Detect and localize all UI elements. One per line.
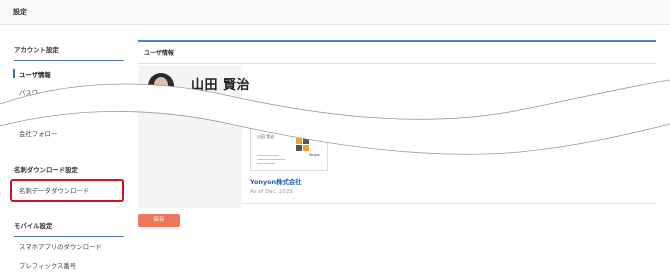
as-of-date: As of Dec, 2023 xyxy=(250,189,293,195)
card-logo-text: Yonyon xyxy=(309,153,321,157)
logo-square xyxy=(296,138,302,144)
sidebar-heading-mobile: モバイル設定 xyxy=(14,221,124,237)
save-button[interactable]: 保存 xyxy=(138,214,180,227)
card-line xyxy=(257,163,275,164)
avatar-face xyxy=(154,77,168,93)
business-card-thumbnail[interactable]: 山田 賢治 Yonyon xyxy=(250,123,328,171)
card-name: 山田 賢治 xyxy=(257,134,275,139)
sidebar-item-password[interactable]: パスワード xyxy=(19,88,51,97)
logo-square xyxy=(296,145,302,151)
active-indicator xyxy=(13,69,15,78)
avatar xyxy=(148,73,174,99)
highlight-frame xyxy=(10,179,124,202)
page-title: 設定 xyxy=(13,8,27,16)
sidebar-item-app-download[interactable]: スマホアプリのダウンロード xyxy=(19,242,102,251)
sidebar xyxy=(0,26,130,276)
user-info-panel: ユーザ情報 xyxy=(138,40,656,208)
divider xyxy=(242,203,656,204)
card-line xyxy=(257,155,279,156)
sidebar-item-prefix-number[interactable]: プレフィックス番号 xyxy=(19,261,76,270)
logo-square xyxy=(303,138,309,144)
panel-header: ユーザ情報 xyxy=(138,42,656,64)
sidebar-item-company-follow[interactable]: 会社フォロー xyxy=(19,129,57,138)
top-bar: 設定 xyxy=(0,0,670,25)
sidebar-item-user-info[interactable]: ユーザ情報 xyxy=(19,70,51,79)
logo-square xyxy=(303,145,309,151)
user-name: 山田 賢治 xyxy=(191,78,251,93)
panel-title: ユーザ情報 xyxy=(144,50,174,57)
card-line xyxy=(257,159,285,160)
sidebar-heading-account: アカウント設定 xyxy=(14,45,124,61)
company-name[interactable]: Yonyon株式会社 xyxy=(250,177,302,186)
